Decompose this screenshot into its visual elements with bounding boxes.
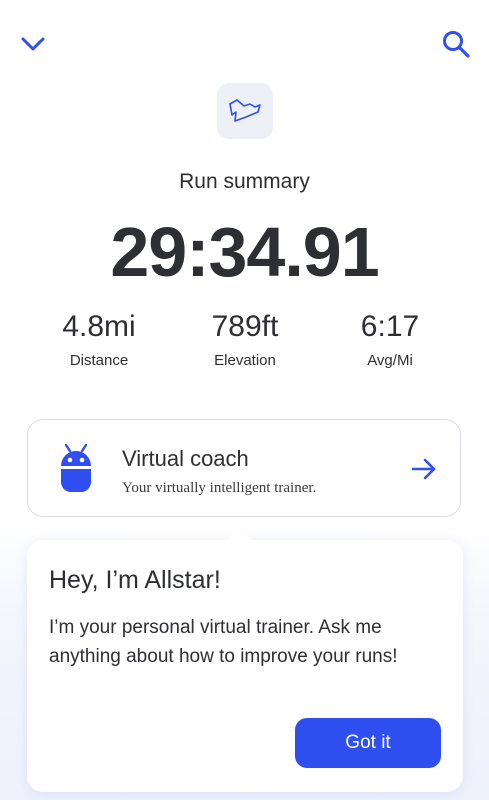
coach-subtitle: Your virtually intelligent trainer. — [122, 480, 317, 496]
stat-value: 4.8mi — [62, 310, 136, 343]
popup-title: Hey, I’m Allstar! — [49, 566, 221, 594]
stat-value: 789ft — [211, 310, 279, 343]
run-time: 29:34.91 — [110, 213, 379, 291]
popup-body: I’m your personal virtual trainer. Ask m… — [49, 617, 398, 667]
stat-label: Avg/Mi — [367, 352, 413, 369]
stat-distance: 4.8mi Distance — [29, 310, 169, 369]
stat-label: Distance — [69, 352, 129, 369]
coach-title: Virtual coach — [122, 446, 249, 471]
search-icon[interactable] — [440, 28, 472, 60]
route-map-thumbnail — [217, 83, 273, 139]
virtual-coach-card[interactable]: Virtual coach Your virtually intelligent… — [27, 419, 461, 517]
stat-pace: 6:17 Avg/Mi — [320, 310, 460, 369]
page-title: Run summary — [179, 170, 310, 193]
robot-icon — [61, 443, 91, 492]
chevron-down-icon[interactable] — [18, 30, 48, 56]
got-it-button[interactable]: Got it — [295, 718, 441, 768]
stat-label: Elevation — [214, 352, 276, 369]
allstar-intro-popup: Hey, I’m Allstar! I’m your personal virt… — [27, 540, 463, 792]
stat-value: 6:17 — [360, 310, 420, 343]
arrow-right-icon[interactable] — [410, 456, 438, 482]
route-map-icon — [229, 99, 261, 122]
stat-elevation: 789ft Elevation — [175, 310, 315, 369]
